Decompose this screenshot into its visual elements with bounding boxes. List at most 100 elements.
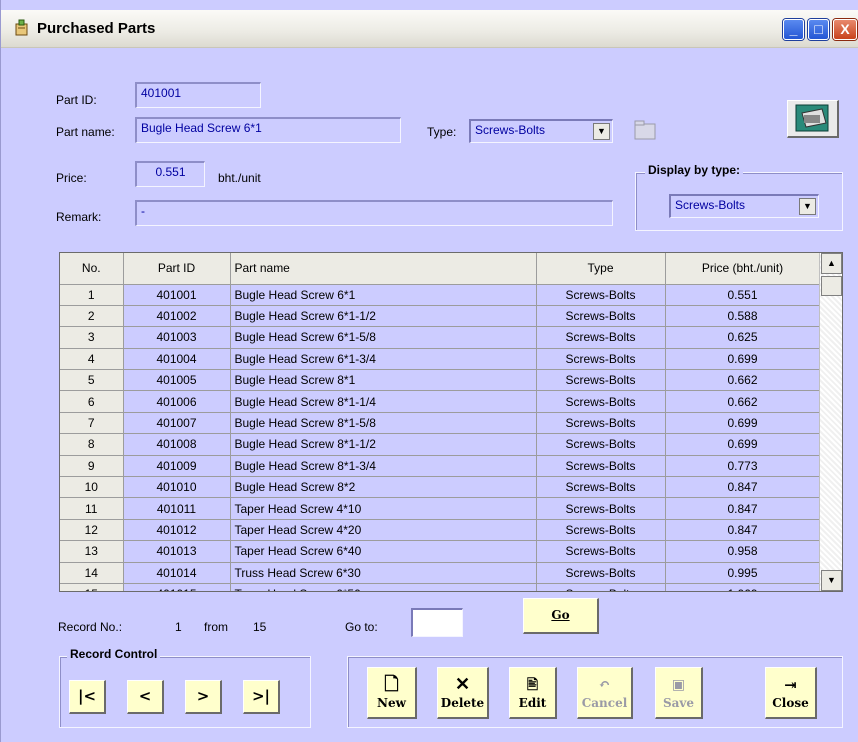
print-button[interactable] [787,100,839,138]
cell-no[interactable]: 5 [60,369,124,392]
table-row[interactable]: 11 401011 Taper Head Screw 4*10 Screws-Bolt… [60,497,821,520]
first-record-button[interactable]: |< [69,680,106,714]
cell-part-name[interactable]: Bugle Head Screw 8*1-3/4 [230,455,537,478]
scroll-thumb[interactable] [821,276,842,296]
cell-part-name[interactable]: Bugle Head Screw 8*1-1/2 [230,433,537,456]
cell-price[interactable]: 0.847 [665,497,821,520]
table-row[interactable]: 10 401010 Bugle Head Screw 8*2 Screws-Bolts… [60,476,821,499]
cell-type[interactable]: Screws-Bolts [536,519,666,542]
cell-price[interactable]: 0.662 [665,369,821,392]
cell-price[interactable]: 1.069 [665,583,821,591]
cell-no[interactable]: 11 [60,497,124,520]
cell-no[interactable]: 7 [60,412,124,435]
cell-type[interactable]: Screws-Bolts [536,433,666,456]
table-row[interactable]: 8 401008 Bugle Head Screw 8*1-1/2 Screws-Bo… [60,433,821,456]
cell-type[interactable]: Screws-Bolts [536,284,666,306]
table-row[interactable]: 12 401012 Taper Head Screw 4*20 Screws-Bolt… [60,519,821,542]
cell-no[interactable]: 10 [60,476,124,499]
cell-part-id[interactable]: 401003 [123,326,231,349]
table-row[interactable]: 6 401006 Bugle Head Screw 8*1-1/4 Screws-Bo… [60,390,821,413]
cell-type[interactable]: Screws-Bolts [536,583,666,591]
cell-type[interactable]: Screws-Bolts [536,562,666,584]
cell-part-id[interactable]: 401009 [123,455,231,478]
cell-type[interactable]: Screws-Bolts [536,497,666,520]
scroll-up-button[interactable]: ▲ [821,253,842,274]
cancel-button[interactable]: ↶ Cancel [577,667,633,719]
table-row[interactable]: 2 401002 Bugle Head Screw 6*1-1/2 Screws-Bo… [60,305,821,328]
cell-price[interactable]: 0.699 [665,412,821,435]
next-record-button[interactable]: > [185,680,222,714]
cell-type[interactable]: Screws-Bolts [536,348,666,371]
table-row[interactable]: 13 401013 Taper Head Screw 6*40 Screws-Bolt… [60,540,821,563]
column-header-part-name[interactable]: Part name [230,253,537,285]
edit-button[interactable]: 🖹 Edit [509,667,557,719]
cell-part-id[interactable]: 401002 [123,305,231,328]
table-row[interactable]: 9 401009 Bugle Head Screw 8*1-3/4 Screws-Bo… [60,455,821,478]
cell-part-id[interactable]: 401011 [123,497,231,520]
scroll-down-button[interactable]: ▼ [821,570,842,591]
cell-part-name[interactable]: Bugle Head Screw 8*2 [230,476,537,499]
cell-no[interactable]: 4 [60,348,124,371]
cell-no[interactable]: 1 [60,284,124,306]
last-record-button[interactable]: >| [243,680,280,714]
cell-type[interactable]: Screws-Bolts [536,326,666,349]
table-row[interactable]: 14 401014 Truss Head Screw 6*30 Screws-Bolt… [60,562,821,584]
cell-type[interactable]: Screws-Bolts [536,455,666,478]
cell-part-id[interactable]: 401015 [123,583,231,591]
cell-price[interactable]: 0.773 [665,455,821,478]
column-header-type[interactable]: Type [536,253,666,285]
grid-scrollbar[interactable]: ▲ ▼ [819,253,842,591]
part-id-field[interactable]: 401001 [135,82,261,108]
cell-type[interactable]: Screws-Bolts [536,540,666,563]
cell-no[interactable]: 3 [60,326,124,349]
column-header-price[interactable]: Price (bht./unit) [665,253,821,285]
price-field[interactable]: 0.551 [135,161,205,187]
cell-part-name[interactable]: Bugle Head Screw 8*1 [230,369,537,392]
cell-price[interactable]: 0.699 [665,348,821,371]
cell-type[interactable]: Screws-Bolts [536,390,666,413]
cell-no[interactable]: 6 [60,390,124,413]
cell-price[interactable]: 0.662 [665,390,821,413]
close-window-button[interactable]: X [833,19,857,40]
table-row[interactable]: 15401015Truss Head Screw 6*50Screws-Bolt… [60,583,821,591]
cell-part-id[interactable]: 401005 [123,369,231,392]
cell-part-id[interactable]: 401008 [123,433,231,456]
title-bar[interactable]: Purchased Parts _ □ X [1,10,858,48]
cell-part-id[interactable]: 401006 [123,390,231,413]
table-row[interactable]: 1 401001 Bugle Head Screw 6*1 Screws-Bolts 0… [60,284,821,306]
save-button[interactable]: ▣ Save [655,667,703,719]
cell-part-id[interactable]: 401004 [123,348,231,371]
cell-part-id[interactable]: 401007 [123,412,231,435]
cell-part-name[interactable]: Bugle Head Screw 6*1-5/8 [230,326,537,349]
cell-part-name[interactable]: Bugle Head Screw 8*1-1/4 [230,390,537,413]
table-row[interactable]: 7 401007 Bugle Head Screw 8*1-5/8 Screws-Bo… [60,412,821,435]
folder-icon[interactable] [633,118,659,142]
cell-no[interactable]: 8 [60,433,124,456]
cell-part-name[interactable]: Bugle Head Screw 6*1-1/2 [230,305,537,328]
cell-price[interactable]: 0.699 [665,433,821,456]
cell-price[interactable]: 0.551 [665,284,821,306]
cell-no[interactable]: 12 [60,519,124,542]
cell-no[interactable]: 2 [60,305,124,328]
column-header-no[interactable]: No. [60,253,124,285]
cell-type[interactable]: Screws-Bolts [536,305,666,328]
delete-button[interactable]: ✕ Delete [437,667,489,719]
cell-part-name[interactable]: Bugle Head Screw 8*1-5/8 [230,412,537,435]
cell-price[interactable]: 0.847 [665,519,821,542]
cell-no[interactable]: 13 [60,540,124,563]
cell-part-name[interactable]: Bugle Head Screw 6*1-3/4 [230,348,537,371]
dropdown-arrow-icon[interactable]: ▼ [799,198,816,215]
column-header-part-id[interactable]: Part ID [123,253,231,285]
type-select[interactable]: Screws-Bolts ▼ [469,119,613,143]
cell-part-name[interactable]: Bugle Head Screw 6*1 [230,284,537,306]
go-button[interactable]: Go [523,598,599,634]
table-row[interactable]: 3 401003 Bugle Head Screw 6*1-5/8 Screws-Bo… [60,326,821,349]
cell-type[interactable]: Screws-Bolts [536,476,666,499]
cell-part-name[interactable]: Taper Head Screw 4*20 [230,519,537,542]
minimize-button[interactable]: _ [783,19,804,40]
maximize-button[interactable]: □ [808,19,829,40]
cell-part-name[interactable]: Truss Head Screw 6*30 [230,562,537,584]
cell-price[interactable]: 0.995 [665,562,821,584]
cell-part-id[interactable]: 401001 [123,284,231,306]
cell-price[interactable]: 0.588 [665,305,821,328]
